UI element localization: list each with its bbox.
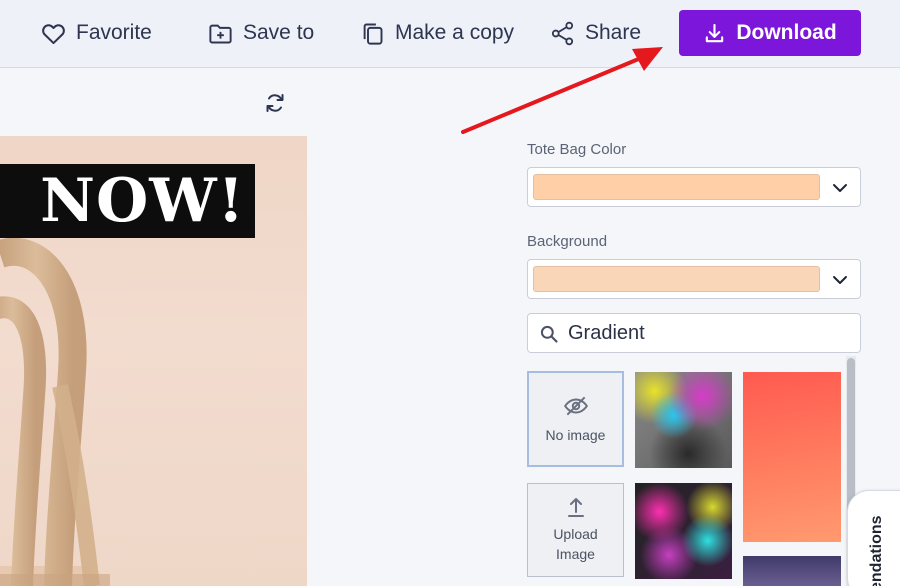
canvas-area: NOW!	[0, 69, 500, 586]
make-copy-button[interactable]: Make a copy	[359, 16, 514, 50]
no-image-label: No image	[545, 427, 606, 443]
save-to-button[interactable]: Save to	[207, 16, 314, 50]
no-image-option[interactable]: No image	[527, 371, 624, 467]
tote-color-select[interactable]	[527, 167, 861, 207]
chevron-down-icon	[833, 276, 847, 284]
tote-color-label: Tote Bag Color	[527, 141, 627, 158]
make-copy-label: Make a copy	[395, 21, 515, 44]
share-icon	[551, 21, 574, 45]
download-icon	[706, 23, 724, 42]
search-input[interactable]	[568, 318, 848, 348]
refresh-icon[interactable]	[263, 91, 287, 115]
design-artboard[interactable]: NOW!	[0, 136, 307, 586]
recommendations-label: endations	[868, 515, 885, 586]
top-toolbar: Favorite Save to Make a copy Share Downl…	[0, 0, 900, 68]
chevron-down-icon	[833, 184, 847, 192]
favorite-button[interactable]: Favorite	[40, 16, 152, 50]
copy-icon	[363, 23, 383, 45]
background-select[interactable]	[527, 259, 861, 299]
save-to-label: Save to	[243, 21, 315, 44]
upload-icon	[567, 498, 584, 517]
upload-image-option[interactable]: Upload Image	[527, 483, 624, 577]
recommendations-tab[interactable]: endations	[847, 490, 900, 586]
headline-text[interactable]: NOW!	[0, 164, 255, 238]
folder-plus-icon	[209, 24, 232, 43]
upload-label-line-2: Image	[556, 546, 595, 562]
search-icon	[540, 325, 558, 343]
gradient-thumbnail-2[interactable]	[743, 372, 841, 542]
background-label: Background	[527, 233, 608, 250]
eye-off-icon	[563, 396, 588, 416]
share-button[interactable]: Share	[549, 16, 641, 50]
download-button[interactable]: Download	[679, 10, 861, 56]
gradient-thumbnail-1[interactable]	[635, 372, 732, 468]
upload-label-line-1: Upload	[553, 526, 598, 542]
heart-icon	[42, 23, 65, 44]
download-label: Download	[736, 21, 837, 44]
customize-panel: Tote Bag Color Background No image Uploa…	[500, 69, 900, 586]
favorite-label: Favorite	[76, 21, 152, 44]
gradient-thumbnail-3[interactable]	[635, 483, 732, 579]
gradient-thumbnail-4[interactable]	[743, 556, 841, 586]
share-label: Share	[585, 21, 642, 44]
background-color-swatch	[533, 266, 820, 292]
image-search-field[interactable]	[527, 313, 861, 353]
tote-color-swatch	[533, 174, 820, 200]
